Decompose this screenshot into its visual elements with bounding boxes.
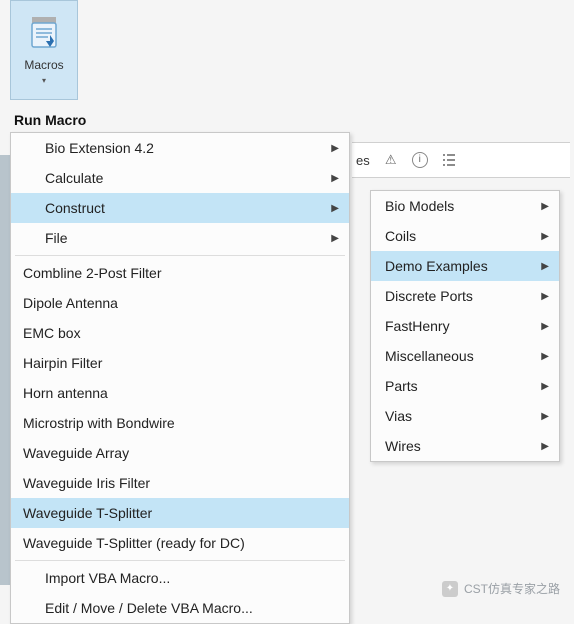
submenu-item-label: Discrete Ports <box>385 288 473 304</box>
menu-separator <box>15 560 345 561</box>
menu-item-label: EMC box <box>23 325 81 341</box>
menu-item[interactable]: Waveguide T-Splitter (ready for DC) <box>11 528 349 558</box>
menu-item-label: Bio Extension 4.2 <box>45 140 154 156</box>
menu-item-label: Waveguide Array <box>23 445 129 461</box>
submenu-item[interactable]: Parts ▶ <box>371 371 559 401</box>
menu-item-label: Hairpin Filter <box>23 355 102 371</box>
menu-item[interactable]: Import VBA Macro... <box>11 563 349 593</box>
menu-item-label: File <box>45 230 68 246</box>
menu-item-label: Horn antenna <box>23 385 108 401</box>
submenu-item[interactable]: FastHenry ▶ <box>371 311 559 341</box>
wechat-icon: ✦ <box>442 581 458 597</box>
menu-item[interactable]: Horn antenna <box>11 378 349 408</box>
submenu-item-label: Coils <box>385 228 416 244</box>
submenu-arrow-icon: ▶ <box>541 201 549 212</box>
menu-item-label: Waveguide T-Splitter (ready for DC) <box>23 535 245 551</box>
submenu-item-label: FastHenry <box>385 318 450 334</box>
menu-item-label: Calculate <box>45 170 103 186</box>
run-macro-title: Run Macro <box>14 112 86 128</box>
tab-suffix-text: es <box>356 153 370 168</box>
info-icon[interactable]: i <box>412 152 428 168</box>
submenu-arrow-icon: ▶ <box>541 441 549 452</box>
menu-item[interactable]: Construct ▶ <box>11 193 349 223</box>
macros-ribbon-button[interactable]: Macros ▾ <box>10 0 78 100</box>
submenu-item-label: Demo Examples <box>385 258 488 274</box>
submenu-arrow-icon: ▶ <box>541 231 549 242</box>
macro-script-icon <box>26 15 62 54</box>
macros-label: Macros <box>24 58 63 72</box>
submenu-item-label: Miscellaneous <box>385 348 474 364</box>
submenu-item-label: Bio Models <box>385 198 454 214</box>
watermark-text: CST仿真专家之路 <box>464 580 560 597</box>
construct-submenu: Bio Models▶Coils▶Demo Examples▶Discrete … <box>370 190 560 462</box>
submenu-item[interactable]: Miscellaneous ▶ <box>371 341 559 371</box>
submenu-arrow-icon: ▶ <box>541 321 549 332</box>
submenu-item[interactable]: Bio Models ▶ <box>371 191 559 221</box>
outline-list-icon[interactable] <box>440 151 458 169</box>
menu-item-label: Dipole Antenna <box>23 295 118 311</box>
submenu-item[interactable]: Vias ▶ <box>371 401 559 431</box>
submenu-arrow-icon: ▶ <box>541 351 549 362</box>
menu-item[interactable]: Combline 2-Post Filter <box>11 258 349 288</box>
menu-item[interactable]: Calculate ▶ <box>11 163 349 193</box>
menu-item[interactable]: Microstrip with Bondwire <box>11 408 349 438</box>
submenu-item[interactable]: Demo Examples ▶ <box>371 251 559 281</box>
background-toolbar: es ⚠ i <box>352 142 570 178</box>
submenu-arrow-icon: ▶ <box>331 143 339 154</box>
menu-item[interactable]: EMC box <box>11 318 349 348</box>
submenu-item-label: Wires <box>385 438 421 454</box>
menu-item-label: Waveguide T-Splitter <box>23 505 152 521</box>
submenu-arrow-icon: ▶ <box>331 173 339 184</box>
menu-item-label: Construct <box>45 200 105 216</box>
menu-item-label: Import VBA Macro... <box>45 570 170 586</box>
menu-item[interactable]: Waveguide Iris Filter <box>11 468 349 498</box>
menu-item[interactable]: Edit / Move / Delete VBA Macro... <box>11 593 349 623</box>
menu-item-label: Combline 2-Post Filter <box>23 265 162 281</box>
menu-item[interactable]: Hairpin Filter <box>11 348 349 378</box>
submenu-item-label: Parts <box>385 378 418 394</box>
menu-item-label: Microstrip with Bondwire <box>23 415 175 431</box>
submenu-arrow-icon: ▶ <box>541 381 549 392</box>
menu-item[interactable]: Bio Extension 4.2 ▶ <box>11 133 349 163</box>
menu-item[interactable]: Waveguide T-Splitter <box>11 498 349 528</box>
watermark: ✦ CST仿真专家之路 <box>442 580 560 597</box>
menu-item[interactable]: Dipole Antenna <box>11 288 349 318</box>
menu-item[interactable]: File ▶ <box>11 223 349 253</box>
submenu-arrow-icon: ▶ <box>331 203 339 214</box>
submenu-item[interactable]: Discrete Ports ▶ <box>371 281 559 311</box>
dropdown-caret-icon: ▾ <box>42 76 46 85</box>
submenu-arrow-icon: ▶ <box>541 261 549 272</box>
background-strip <box>0 155 10 585</box>
menu-item-label: Waveguide Iris Filter <box>23 475 150 491</box>
menu-item[interactable]: Waveguide Array <box>11 438 349 468</box>
submenu-arrow-icon: ▶ <box>331 233 339 244</box>
warning-icon[interactable]: ⚠ <box>382 151 400 169</box>
run-macro-menu: Bio Extension 4.2▶Calculate▶Construct▶Fi… <box>10 132 350 624</box>
submenu-arrow-icon: ▶ <box>541 411 549 422</box>
submenu-arrow-icon: ▶ <box>541 291 549 302</box>
submenu-item-label: Vias <box>385 408 412 424</box>
submenu-item[interactable]: Coils ▶ <box>371 221 559 251</box>
menu-separator <box>15 255 345 256</box>
submenu-item[interactable]: Wires ▶ <box>371 431 559 461</box>
menu-item-label: Edit / Move / Delete VBA Macro... <box>45 600 253 616</box>
